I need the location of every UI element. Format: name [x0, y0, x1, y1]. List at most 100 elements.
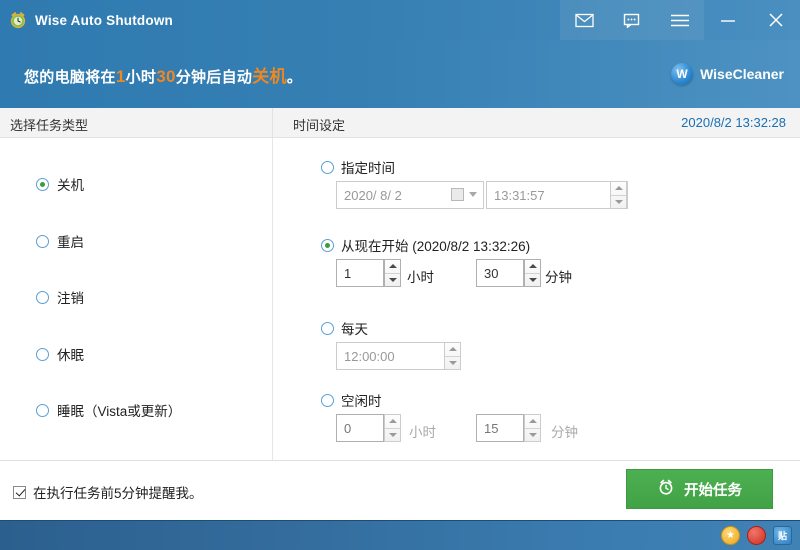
close-button[interactable]	[752, 0, 800, 40]
from-now-minutes-field[interactable]: 30	[476, 259, 524, 287]
radio-from-now[interactable]	[321, 238, 334, 252]
option-idle-label: 空闲时	[341, 394, 382, 409]
from-now-hours-field[interactable]: 1	[336, 259, 384, 287]
spinner-down[interactable]	[385, 429, 400, 442]
arrow-up-icon	[448, 347, 457, 352]
from-now-minutes-spinner[interactable]	[524, 259, 541, 287]
radio-restart[interactable]	[36, 234, 49, 248]
start-task-button[interactable]: 开始任务	[626, 469, 773, 509]
countdown-hours-unit: 小时	[125, 68, 157, 86]
spinner-down[interactable]	[385, 274, 400, 287]
daily-time-field[interactable]: 12:00:00	[336, 342, 461, 370]
radio-shutdown[interactable]	[36, 177, 49, 191]
paste-tray-icon[interactable]: 贴	[773, 526, 792, 545]
star-tray-icon[interactable]: ★	[721, 526, 740, 545]
arrow-down-icon	[388, 277, 397, 282]
radio-daily[interactable]	[321, 321, 334, 335]
calendar-icon[interactable]	[451, 188, 464, 201]
brand-name: WiseCleaner	[700, 66, 784, 82]
spinner-up[interactable]	[385, 260, 400, 273]
idle-hours-spinner[interactable]	[384, 414, 401, 442]
task-option-sleep[interactable]: 睡眠（Vista或更新）	[36, 400, 181, 420]
time-settings-header: 时间设定	[293, 118, 346, 133]
specified-date-value: 2020/ 8/ 2	[344, 187, 402, 203]
countdown-action: 关机	[252, 66, 287, 86]
countdown-message: 您的电脑将在1小时30分钟后自动关机。	[24, 62, 302, 87]
countdown-prefix: 您的电脑将在	[24, 68, 116, 86]
task-option-label: 睡眠（Vista或更新）	[57, 404, 182, 419]
option-from-now[interactable]: 从现在开始 (2020/8/2 13:32:26)	[321, 235, 530, 255]
spinner-up[interactable]	[525, 415, 540, 428]
spinner-down[interactable]	[611, 196, 626, 209]
radio-hibernate[interactable]	[36, 347, 49, 361]
menu-button[interactable]	[656, 0, 704, 40]
task-option-label: 关机	[57, 178, 84, 193]
task-option-logoff[interactable]: 注销	[36, 287, 84, 307]
feedback-button[interactable]	[608, 0, 656, 40]
remind-checkbox[interactable]	[13, 485, 26, 499]
specified-time-field[interactable]: 13:31:57	[486, 181, 628, 209]
countdown-minutes-unit: 分钟后自动	[175, 68, 253, 86]
idle-hours-unit: 小时	[409, 425, 436, 440]
section-header-bar: 选择任务类型 时间设定 2020/8/2 13:32:28	[0, 108, 800, 138]
wise-auto-shutdown-window: Wise Auto Shutdown 您的电脑将在1小时30分钟后自动关机。 W…	[0, 0, 800, 550]
option-from-now-label: 从现在开始 (2020/8/2 13:32:26)	[341, 239, 531, 254]
task-option-label: 注销	[57, 291, 84, 306]
spinner-up[interactable]	[611, 182, 626, 195]
radio-specified-time[interactable]	[321, 160, 334, 174]
task-option-shutdown[interactable]: 关机	[36, 174, 84, 194]
spinner-down[interactable]	[525, 429, 540, 442]
radio-logoff[interactable]	[36, 290, 49, 304]
arrow-down-icon	[528, 277, 537, 282]
title-bar: Wise Auto Shutdown	[0, 0, 800, 40]
arrow-down-icon	[448, 360, 457, 365]
radio-sleep[interactable]	[36, 403, 49, 417]
system-tray: ★ 贴	[721, 526, 792, 545]
radio-idle[interactable]	[321, 393, 334, 407]
start-task-label: 开始任务	[684, 482, 742, 499]
idle-minutes-field[interactable]: 15	[476, 414, 524, 442]
option-specified-time[interactable]: 指定时间	[321, 157, 395, 177]
task-option-label: 休眠	[57, 348, 84, 363]
task-option-hibernate[interactable]: 休眠	[36, 344, 84, 364]
daily-time-spinner[interactable]	[444, 342, 461, 370]
from-now-hours-value: 1	[344, 265, 352, 281]
option-daily[interactable]: 每天	[321, 318, 368, 338]
remind-checkbox-row[interactable]: 在执行任务前5分钟提醒我。	[13, 482, 203, 502]
alarm-clock-icon	[9, 11, 27, 29]
brand: W WiseCleaner	[671, 63, 784, 85]
idle-minutes-unit: 分钟	[551, 425, 578, 440]
daily-time-value: 12:00:00	[344, 348, 395, 364]
spinner-down[interactable]	[525, 274, 540, 287]
chevron-down-icon[interactable]	[469, 192, 477, 197]
minimize-button[interactable]	[704, 0, 752, 40]
task-option-restart[interactable]: 重启	[36, 231, 84, 251]
from-now-minutes-unit: 分钟	[545, 270, 572, 285]
time-settings-panel: 指定时间 2020/ 8/ 2 13:31:57 从现在开始 (2020/8/2…	[273, 138, 800, 460]
idle-hours-field[interactable]: 0	[336, 414, 384, 442]
from-now-hours-unit: 小时	[407, 270, 434, 285]
close-icon	[767, 11, 785, 29]
spinner-up[interactable]	[525, 260, 540, 273]
arrow-up-icon	[528, 419, 537, 424]
header-divider	[272, 108, 273, 138]
from-now-hours-spinner[interactable]	[384, 259, 401, 287]
specified-time-spinner[interactable]	[610, 181, 627, 209]
mail-button[interactable]	[560, 0, 608, 40]
wisecleaner-logo-icon: W	[671, 63, 694, 85]
spinner-up[interactable]	[445, 343, 460, 356]
arrow-up-icon	[528, 264, 537, 269]
countdown-minutes: 30	[156, 66, 176, 86]
red-tray-icon[interactable]	[747, 526, 766, 545]
task-type-list: 关机 重启 注销 休眠 睡眠（Vista或更新）	[0, 138, 272, 460]
option-idle[interactable]: 空闲时	[321, 390, 382, 410]
arrow-up-icon	[388, 264, 397, 269]
idle-minutes-spinner[interactable]	[524, 414, 541, 442]
spinner-up[interactable]	[385, 415, 400, 428]
spinner-down[interactable]	[445, 357, 460, 370]
task-option-label: 重启	[57, 235, 84, 250]
countdown-hours: 1	[115, 66, 126, 86]
specified-time-value: 13:31:57	[494, 187, 545, 203]
arrow-down-icon	[614, 199, 623, 204]
minimize-icon	[718, 13, 738, 27]
